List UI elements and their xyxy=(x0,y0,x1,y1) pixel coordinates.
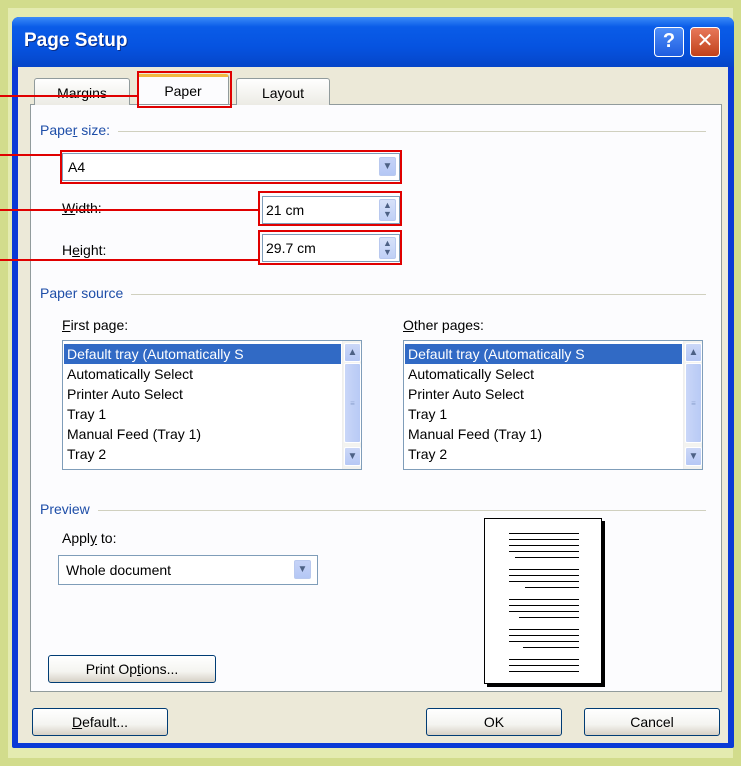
tab-label: Layout xyxy=(261,85,305,101)
group-divider xyxy=(40,294,706,295)
list-item[interactable]: Tray 1 xyxy=(64,404,341,424)
group-divider xyxy=(40,131,706,132)
page-preview xyxy=(484,518,602,684)
label-text: irst page: xyxy=(70,317,129,333)
label-accel: F xyxy=(62,317,71,333)
label-text: H xyxy=(62,242,73,258)
button-label: Print Op xyxy=(85,661,138,677)
height-label: Height: xyxy=(62,242,106,258)
tab-margins[interactable]: Margins xyxy=(34,78,130,105)
button-label: ions... xyxy=(140,661,179,677)
label-text: idth: xyxy=(75,200,102,216)
label-text: Pape xyxy=(40,122,73,138)
other-pages-label: Other pages: xyxy=(403,317,484,333)
dialog-title: Page Setup xyxy=(24,30,128,51)
label-accel: y xyxy=(90,530,98,546)
paper-source-group-label: Paper source xyxy=(40,285,132,301)
chevron-down-icon[interactable]: ▼ xyxy=(294,560,311,579)
list-item[interactable]: Tray 2 xyxy=(405,444,682,464)
scrollbar[interactable]: ▲ ≡ ▼ xyxy=(342,341,361,469)
label-accel: W xyxy=(62,200,76,216)
label-text: ther pages: xyxy=(413,317,484,333)
help-button[interactable]: ? xyxy=(654,27,684,57)
first-page-listbox[interactable]: Default tray (Automatically S Automatica… xyxy=(62,340,362,470)
label-accel: e xyxy=(72,242,80,258)
group-divider xyxy=(40,510,706,511)
tab-layout[interactable]: Layout xyxy=(236,78,330,105)
list-item[interactable]: Default tray (Automatically S xyxy=(64,344,341,364)
label-accel: O xyxy=(403,317,414,333)
label-text: size: xyxy=(77,122,111,138)
chevron-down-icon[interactable]: ▼ xyxy=(344,447,361,466)
apply-to-label: Apply to: xyxy=(62,530,117,546)
label-text: ight: xyxy=(79,242,107,258)
ok-button[interactable]: OK xyxy=(426,708,562,736)
cancel-button[interactable]: Cancel xyxy=(584,708,720,736)
list-item[interactable]: Automatically Select xyxy=(64,364,341,384)
callout-line-paper-size xyxy=(0,154,60,156)
chevron-up-icon[interactable]: ▲ xyxy=(344,343,361,362)
other-pages-listbox[interactable]: Default tray (Automatically S Automatica… xyxy=(403,340,703,470)
button-label: efault... xyxy=(82,714,129,730)
print-options-button[interactable]: Print Options... xyxy=(48,655,216,683)
list-item[interactable]: Printer Auto Select xyxy=(64,384,341,404)
default-button[interactable]: Default... xyxy=(32,708,168,736)
callout-line-height xyxy=(0,259,258,261)
paper-size-group-label: Paper size: xyxy=(40,122,119,138)
tab-label: Margins xyxy=(57,85,107,101)
list-item[interactable]: Tray 1 xyxy=(405,404,682,424)
button-accel: D xyxy=(71,714,83,730)
apply-to-value: Whole document xyxy=(66,562,172,578)
list-item[interactable]: Manual Feed (Tray 1) xyxy=(405,424,682,444)
preview-group-label: Preview xyxy=(40,501,98,517)
highlight-box-paper-tab xyxy=(137,71,232,108)
highlight-box-width xyxy=(258,191,402,226)
scrollbar-thumb[interactable]: ≡ xyxy=(344,363,361,443)
highlight-box-height xyxy=(258,230,402,265)
chevron-up-icon[interactable]: ▲ xyxy=(685,343,702,362)
label-text: to: xyxy=(97,530,117,546)
close-button[interactable]: ✕ xyxy=(690,27,720,57)
highlight-box-paper-size xyxy=(60,150,402,184)
scrollbar[interactable]: ▲ ≡ ▼ xyxy=(683,341,702,469)
label-text: Appl xyxy=(62,530,91,546)
callout-line-width xyxy=(0,209,258,211)
first-page-label: First page: xyxy=(62,317,128,333)
list-item[interactable]: Printer Auto Select xyxy=(405,384,682,404)
scrollbar-thumb[interactable]: ≡ xyxy=(685,363,702,443)
list-item[interactable]: Default tray (Automatically S xyxy=(405,344,682,364)
list-item[interactable]: Automatically Select xyxy=(405,364,682,384)
list-item[interactable]: Tray 2 xyxy=(64,444,341,464)
list-item[interactable]: Manual Feed (Tray 1) xyxy=(64,424,341,444)
callout-line-paper-tab xyxy=(0,95,137,97)
width-label: Width: xyxy=(62,200,102,216)
chevron-down-icon[interactable]: ▼ xyxy=(685,447,702,466)
